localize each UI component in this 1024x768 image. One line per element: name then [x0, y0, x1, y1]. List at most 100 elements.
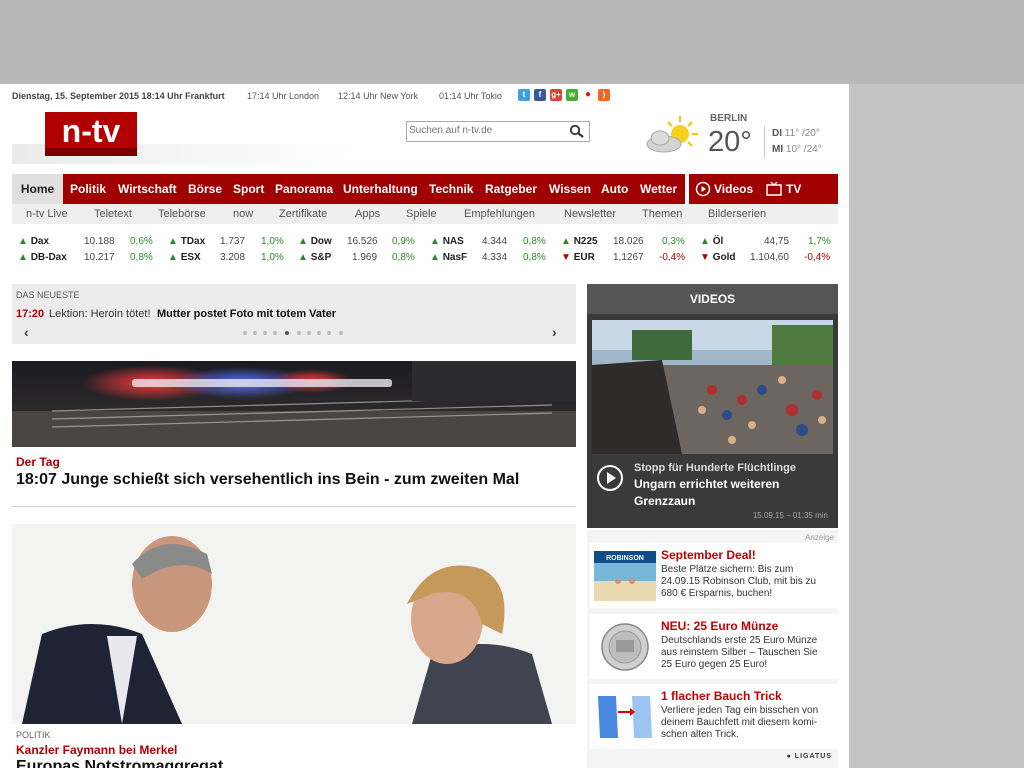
nav-item-sport[interactable]: Sport [233, 174, 264, 204]
rss-icon[interactable]: ) [598, 89, 610, 101]
ticker-value: 1.104,60 [750, 252, 789, 263]
ticker-name: S&P [310, 252, 332, 263]
story-category[interactable]: Der Tag [16, 455, 60, 469]
newest-kicker[interactable]: Lektion: Heroin tötet! [49, 308, 151, 320]
ad-provider[interactable]: ● LIGATUS [787, 753, 832, 760]
nav-item-politik[interactable]: Politik [70, 174, 106, 204]
ticker-item[interactable]: ▲ Öl [700, 236, 723, 247]
slider-dot[interactable] [307, 331, 311, 335]
subnav-item[interactable]: Empfehlungen [464, 204, 535, 224]
newest-headline[interactable]: Mutter postet Foto mit totem Vater [157, 308, 336, 320]
forecast-row: DI 11° /20° [772, 128, 820, 139]
subnav-item[interactable]: Spiele [406, 204, 437, 224]
date-frankfurt: Dienstag, 15. September 2015 18:14 Uhr F… [12, 91, 225, 101]
ntv-logo[interactable]: n-tv [45, 112, 137, 156]
ad-item[interactable]: NEU: 25 Euro Münze Deutschlands erste 25… [590, 614, 838, 679]
ad-title[interactable]: NEU: 25 Euro Münze [661, 619, 778, 633]
nav-item-wetter[interactable]: Wetter [640, 174, 677, 204]
nav-item-tv[interactable]: TV [786, 174, 801, 204]
nav-item-technik[interactable]: Technik [429, 174, 473, 204]
subnav-item[interactable]: Apps [355, 204, 380, 224]
slider-dot-active[interactable] [285, 331, 289, 335]
story-image-police[interactable] [12, 361, 576, 447]
play-circle-icon[interactable] [596, 464, 624, 492]
chevron-left-icon[interactable]: ‹ [24, 324, 29, 340]
ticker-value: 1.737 [220, 236, 246, 247]
ad-logo-text: ROBINSON [606, 555, 644, 562]
facebook-icon[interactable]: f [534, 89, 546, 101]
nav-item-wissen[interactable]: Wissen [549, 174, 591, 204]
subnav-item[interactable]: Teletext [94, 204, 132, 224]
ticker-item[interactable]: ▲ Dax [18, 236, 49, 247]
down-arrow-icon: ▼ [700, 252, 710, 263]
ticker-item[interactable]: ▲ DB-Dax [18, 252, 67, 263]
ticker-item[interactable]: ▲ NasF [430, 252, 467, 263]
search-input[interactable] [409, 123, 559, 138]
weather-widget[interactable]: BERLIN 20° DI 11° /20° MI 10° /24° [640, 110, 840, 166]
nav-item-wirtschaft[interactable]: Wirtschaft [118, 174, 177, 204]
subnav-item[interactable]: n-tv Live [26, 204, 68, 224]
ticker-item[interactable]: ▲ Dow [298, 236, 332, 247]
ticker-item[interactable]: ▲ ESX [168, 252, 201, 263]
ad-title[interactable]: September Deal! [661, 548, 756, 562]
ticker-item[interactable]: ▲ S&P [298, 252, 331, 263]
search-box [406, 121, 590, 142]
ticker-item[interactable]: ▲ TDax [168, 236, 205, 247]
ticker-change: 0,8% [523, 252, 546, 263]
chevron-right-icon[interactable]: › [552, 324, 557, 340]
ad-box: Anzeige ROBINSON September Deal! Beste P… [587, 530, 838, 768]
subnav-item[interactable]: Bilderserien [708, 204, 766, 224]
ticker-item[interactable]: ▼ Gold [700, 252, 735, 263]
slider-dot[interactable] [339, 331, 343, 335]
subnav-item[interactable]: now [233, 204, 253, 224]
forecast-row: MI 10° /24° [772, 144, 822, 155]
nav-item-home[interactable]: Home [12, 174, 63, 204]
ad-item[interactable]: ROBINSON September Deal! Beste Plätze si… [590, 543, 838, 608]
slider-dot[interactable] [297, 331, 301, 335]
slider-dot[interactable] [273, 331, 277, 335]
ticker-change: 0,8% [523, 236, 546, 247]
ticker-item[interactable]: ▲ NAS [430, 236, 464, 247]
story-title[interactable]: Europas Notstromaggregat [16, 758, 223, 768]
slider-dot[interactable] [263, 331, 267, 335]
google-plus-icon[interactable]: g+ [550, 89, 562, 101]
video-kicker[interactable]: Stopp für Hunderte Flüchtlinge [634, 462, 796, 474]
pinterest-icon[interactable]: ● [582, 89, 594, 101]
newest-time: 17:20 [16, 308, 45, 320]
story-title[interactable]: 18:07 Junge schießt sich versehentlich i… [16, 471, 519, 489]
forecast-day: MI [772, 144, 784, 155]
story-kicker[interactable]: Kanzler Faymann bei Merkel [16, 743, 177, 757]
subnav-item[interactable]: Newsletter [564, 204, 616, 224]
twitter-icon[interactable]: t [518, 89, 530, 101]
video-thumbnail[interactable] [592, 320, 833, 454]
story-image-politicians[interactable] [12, 524, 576, 724]
slider-dot[interactable] [253, 331, 257, 335]
nav-item-unterhaltung[interactable]: Unterhaltung [343, 174, 418, 204]
ticker-value: 10.217 [84, 252, 115, 263]
slider-dot[interactable] [327, 331, 331, 335]
videos-header[interactable]: VIDEOS [587, 284, 838, 314]
nav-item-auto[interactable]: Auto [601, 174, 628, 204]
subnav-item[interactable]: Telebörse [158, 204, 206, 224]
search-icon[interactable] [569, 124, 585, 138]
subnav-item[interactable]: Themen [642, 204, 682, 224]
whatsapp-icon[interactable]: w [566, 89, 578, 101]
ad-text: Deutschlands erste 25 Euro Münze aus rei… [661, 635, 818, 670]
ad-item[interactable]: 1 flacher Bauch Trick Verliere jeden Tag… [590, 684, 838, 749]
videos-box: VIDEOS Stopp für Hunderte Flüchtlinge Un… [587, 284, 838, 528]
ticker-value: 44,75 [764, 236, 790, 247]
nav-item-videos[interactable]: Videos [714, 174, 753, 204]
ticker-item[interactable]: ▲ N225 [561, 236, 598, 247]
ad-title[interactable]: 1 flacher Bauch Trick [661, 689, 782, 703]
ticker-item[interactable]: ▼ EUR [561, 252, 595, 263]
nav-item-panorama[interactable]: Panorama [275, 174, 333, 204]
nav-item-boerse[interactable]: Börse [188, 174, 222, 204]
video-title[interactable]: Ungarn errichtet weiteren Grenzzaun [634, 476, 824, 510]
ticker-change: 0,8% [130, 252, 153, 263]
nav-item-ratgeber[interactable]: Ratgeber [485, 174, 537, 204]
weather-divider [764, 126, 765, 158]
ticker-value: 18.026 [613, 236, 644, 247]
subnav-item[interactable]: Zertifikate [279, 204, 327, 224]
slider-dot[interactable] [317, 331, 321, 335]
slider-dot[interactable] [243, 331, 247, 335]
